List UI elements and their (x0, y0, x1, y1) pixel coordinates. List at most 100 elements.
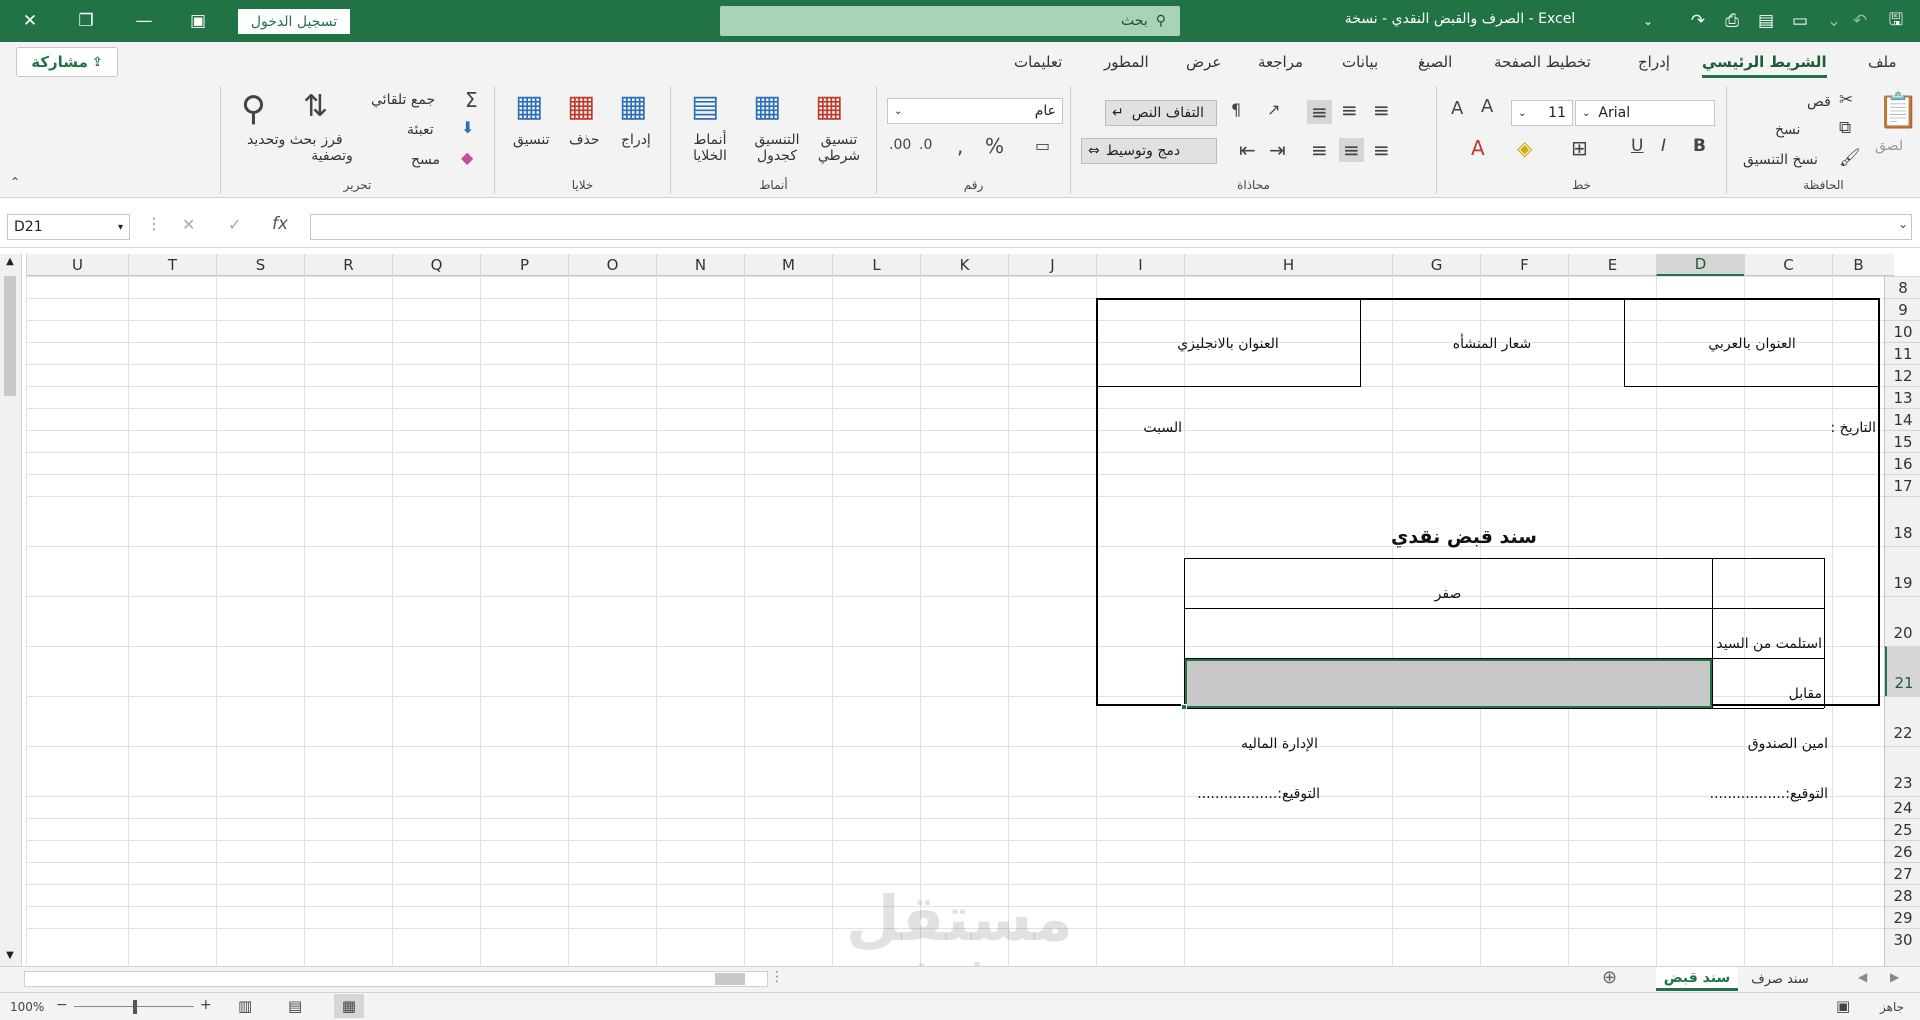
column-header[interactable]: N (656, 254, 744, 276)
increase-font-icon[interactable]: A (1451, 100, 1463, 118)
print-preview-icon[interactable]: ⎙ (1714, 6, 1750, 36)
row-header[interactable]: 16 (1885, 452, 1920, 474)
zoom-in-icon[interactable]: + (200, 997, 212, 1013)
format-painter-button[interactable]: نسخ التنسيق (1743, 152, 1818, 168)
column-header[interactable]: I (1096, 254, 1184, 276)
conditional-formatting-button[interactable]: تنسيق شرطي (813, 132, 865, 164)
increase-indent-icon[interactable]: ⇥ (1269, 140, 1286, 160)
selected-cell[interactable] (1185, 659, 1712, 708)
name-box[interactable]: D21 ▾ (7, 214, 130, 240)
row-header[interactable]: 21 (1885, 646, 1920, 696)
h-scrollbar-thumb[interactable] (715, 973, 745, 985)
tab-insert[interactable]: إدراج (1638, 53, 1670, 71)
column-header[interactable]: H (1184, 254, 1392, 276)
percent-icon[interactable]: % (985, 136, 1004, 156)
scrollbar-thumb[interactable] (4, 276, 16, 396)
delete-cells-button[interactable]: حذف (569, 132, 600, 148)
zoom-slider-thumb[interactable] (133, 1000, 137, 1014)
row-header[interactable]: 28 (1885, 884, 1920, 906)
row-header[interactable]: 15 (1885, 430, 1920, 452)
zoom-level[interactable]: 100% (10, 1000, 44, 1014)
format-painter-icon[interactable]: 🖌 (1839, 150, 1861, 167)
zoom-out-icon[interactable]: − (56, 997, 68, 1013)
column-header[interactable]: T (128, 254, 216, 276)
vertical-scrollbar[interactable]: ▲ ▼ (0, 254, 22, 968)
more-options-icon[interactable]: ⋮ (146, 216, 162, 232)
save-icon[interactable]: 🖫 (1878, 6, 1914, 36)
sort-filter-button[interactable]: فرز وتصفية (307, 132, 357, 164)
paste-button[interactable]: لصق (1875, 138, 1903, 154)
enter-icon[interactable]: ✓ (228, 217, 241, 233)
ribbon-display-icon[interactable]: ▣ (180, 6, 216, 36)
redo-icon[interactable]: ↷ (1680, 6, 1716, 36)
row-header[interactable]: 23 (1885, 746, 1920, 796)
scissors-icon[interactable]: ✂ (1839, 92, 1853, 109)
tab-page-layout[interactable]: تخطيط الصفحة (1494, 53, 1591, 71)
column-header[interactable]: U (26, 254, 128, 276)
column-header[interactable]: L (832, 254, 920, 276)
worksheet-grid[interactable]: ▲ ▼ BCDEFGHIJKLMNOPQRSTU 8 9 10 11 12 13 14 15 1… (0, 254, 1920, 968)
tab-file[interactable]: ملف (1868, 53, 1897, 71)
format-as-table-button[interactable]: التنسيق كجدول (747, 132, 807, 164)
next-sheet-icon[interactable]: ▶ (1890, 971, 1899, 983)
row-header[interactable]: 20 (1885, 596, 1920, 646)
clear-button[interactable]: مسح (411, 152, 440, 168)
wrap-text-button[interactable]: ↵ التفاف النص (1105, 100, 1217, 126)
format-as-table-icon[interactable]: ▦ (753, 92, 781, 122)
tab-data[interactable]: بيانات (1342, 53, 1378, 71)
signin-button[interactable]: تسجيل الدخول (238, 9, 350, 34)
column-header[interactable]: E (1568, 254, 1656, 276)
row-header[interactable]: 10 (1885, 320, 1920, 342)
column-header[interactable]: B (1832, 254, 1884, 276)
prev-sheet-icon[interactable]: ◀ (1858, 971, 1867, 983)
fill-down-icon[interactable]: ⬇ (461, 120, 474, 136)
row-header[interactable]: 11 (1885, 342, 1920, 364)
font-name-select[interactable]: ⌄ Arial (1575, 100, 1715, 126)
new-file-icon[interactable]: ▤ (1748, 6, 1784, 36)
sheet-tab-payment[interactable]: سند صرف (1742, 967, 1818, 991)
font-color-icon[interactable]: A (1471, 138, 1485, 158)
align-center-icon[interactable]: ≡ (1339, 138, 1364, 162)
row-header[interactable]: 26 (1885, 840, 1920, 862)
delete-cells-icon[interactable]: ▦ (567, 92, 595, 122)
sort-filter-icon[interactable]: ⇅ (303, 92, 328, 122)
row-header[interactable]: 22 (1885, 696, 1920, 746)
tab-view[interactable]: عرض (1186, 53, 1221, 71)
row-header[interactable]: 8 (1885, 276, 1920, 298)
tab-home[interactable]: الشريط الرئيسي (1702, 53, 1827, 78)
row-header[interactable]: 19 (1885, 546, 1920, 596)
search-box[interactable]: بحث ⚲ (720, 6, 1180, 36)
row-header[interactable]: 24 (1885, 796, 1920, 818)
tab-review[interactable]: مراجعة (1258, 53, 1303, 71)
decrease-font-icon[interactable]: A (1481, 98, 1493, 116)
tab-split-icon[interactable]: ⋮ (770, 970, 784, 984)
column-header[interactable]: Q (392, 254, 480, 276)
decrease-decimal-icon[interactable]: .00 (889, 138, 911, 152)
new-sheet-icon[interactable]: ⊕ (1602, 969, 1617, 987)
row-header[interactable]: 9 (1885, 298, 1920, 320)
restore-icon[interactable]: ❐ (68, 6, 104, 36)
row-header[interactable]: 25 (1885, 818, 1920, 840)
row-header[interactable]: 12 (1885, 364, 1920, 386)
column-header[interactable]: F (1480, 254, 1568, 276)
decrease-indent-icon[interactable]: ⇤ (1239, 140, 1256, 160)
conditional-formatting-icon[interactable]: ▦ (815, 92, 843, 122)
fill-button[interactable]: تعبئة (407, 122, 434, 138)
currency-icon[interactable]: ▭ (1035, 138, 1050, 154)
column-header[interactable]: C (1744, 254, 1832, 276)
column-header[interactable]: M (744, 254, 832, 276)
row-header[interactable]: 29 (1885, 906, 1920, 928)
bold-icon[interactable]: B (1693, 138, 1706, 155)
row-header[interactable]: 13 (1885, 386, 1920, 408)
minimize-icon[interactable]: — (126, 6, 162, 36)
insert-cells-icon[interactable]: ▦ (619, 92, 647, 122)
format-cells-icon[interactable]: ▦ (515, 92, 543, 122)
row-header[interactable]: 30 (1885, 928, 1920, 950)
expand-formula-icon[interactable]: ⌄ (1898, 218, 1908, 230)
row-header[interactable]: 18 (1885, 496, 1920, 546)
undo-icon[interactable]: ↶ (1842, 6, 1878, 36)
row-header[interactable]: 17 (1885, 474, 1920, 496)
close-icon[interactable]: ✕ (12, 6, 48, 36)
insert-function-icon[interactable]: fx (272, 216, 288, 233)
paste-icon[interactable]: 📋 (1877, 94, 1919, 128)
